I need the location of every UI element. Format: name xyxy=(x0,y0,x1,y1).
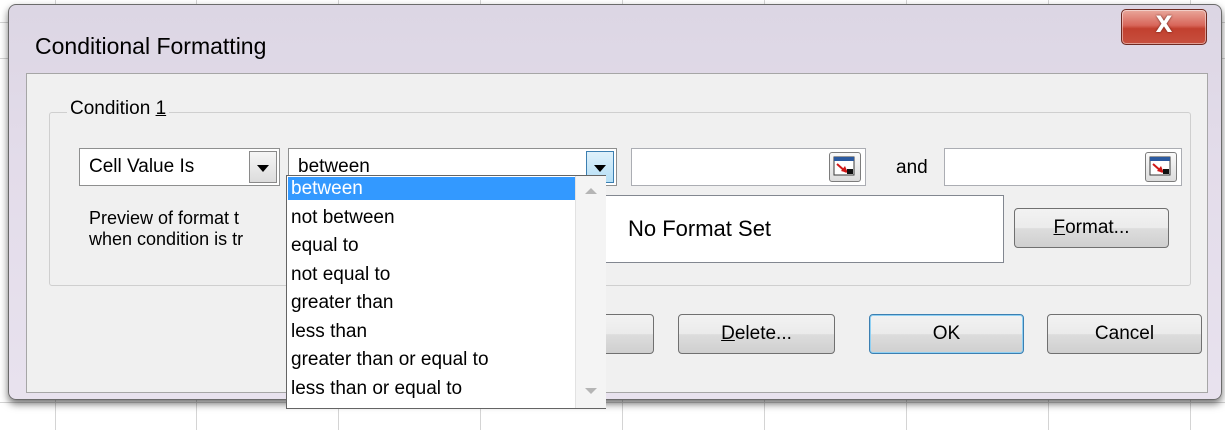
value1-input[interactable] xyxy=(631,148,866,186)
dropdown-scrollbar[interactable] xyxy=(575,176,606,408)
range-select-button[interactable] xyxy=(1145,152,1177,182)
preview-text: No Format Set xyxy=(628,216,772,241)
dialog-body: Condition 1 Cell Value Is between and Pr… xyxy=(26,73,1208,393)
chevron-down-icon[interactable] xyxy=(249,151,277,183)
delete-button[interactable]: Delete... xyxy=(678,314,835,354)
and-label: and xyxy=(896,157,928,178)
cancel-button[interactable]: Cancel xyxy=(1047,314,1202,354)
dropdown-option[interactable]: between xyxy=(288,177,575,200)
scroll-up-icon[interactable] xyxy=(585,188,597,194)
condition-group-label: Condition 1 xyxy=(67,98,170,120)
close-button[interactable]: X xyxy=(1121,9,1207,45)
ok-button[interactable]: OK xyxy=(869,314,1024,354)
dropdown-option[interactable]: less than xyxy=(288,320,575,343)
dropdown-option[interactable]: greater than or equal to xyxy=(288,348,575,371)
condition-type-combo[interactable]: Cell Value Is xyxy=(79,148,280,186)
format-preview: No Format Set xyxy=(602,195,1004,263)
dropdown-option[interactable]: not equal to xyxy=(288,263,575,286)
dialog-title: Conditional Formatting xyxy=(35,33,267,59)
condition-type-value: Cell Value Is xyxy=(89,156,195,177)
preview-label: Preview of format t when condition is tr xyxy=(89,208,244,249)
format-button[interactable]: Format... xyxy=(1014,208,1169,248)
conditional-formatting-dialog: Conditional Formatting X Condition 1 Cel… xyxy=(8,4,1222,400)
collapse-dialog-icon xyxy=(1149,156,1171,176)
close-icon: X xyxy=(1155,13,1173,38)
scroll-down-icon[interactable] xyxy=(585,388,597,394)
title-bar[interactable]: Conditional Formatting X xyxy=(9,5,1221,71)
dropdown-option[interactable]: less than or equal to xyxy=(288,377,575,400)
collapse-dialog-icon xyxy=(833,156,855,176)
dropdown-option[interactable]: equal to xyxy=(288,234,575,257)
range-select-button[interactable] xyxy=(829,152,861,182)
value2-input[interactable] xyxy=(944,148,1182,186)
operator-dropdown-list[interactable]: between not between equal to not equal to gr… xyxy=(286,175,606,409)
dropdown-option[interactable]: greater than xyxy=(288,291,575,314)
dropdown-option[interactable]: not between xyxy=(288,206,575,229)
